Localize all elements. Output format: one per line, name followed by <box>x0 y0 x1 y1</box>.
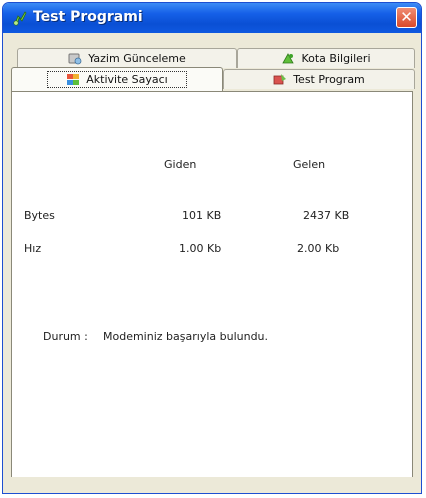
bytes-out-value: 101 KB <box>182 209 222 222</box>
row-label-bytes: Bytes <box>24 209 55 222</box>
row-label-hiz: Hız <box>24 242 42 255</box>
update-icon <box>68 53 82 65</box>
tab-kota-bilgileri[interactable]: Kota Bilgileri <box>237 48 415 68</box>
tab-strip: Yazim Günceleme Kota Bilgileri Aktivite … <box>11 46 415 92</box>
quota-icon <box>282 53 295 64</box>
speed-out-value: 1.00 Kb <box>179 242 222 255</box>
window-title: Test Programi <box>33 9 143 25</box>
tab-aktivite-sayaci[interactable]: Aktivite Sayacı <box>11 67 223 91</box>
column-header-gelen: Gelen <box>293 158 326 171</box>
activity-icon <box>67 74 80 85</box>
tab-test-program[interactable]: Test Program <box>223 69 415 89</box>
status-message: Modeminiz başarıyla bulundu. <box>103 330 269 343</box>
close-icon: ✕ <box>400 8 413 26</box>
window-bottom-edge <box>3 477 421 493</box>
speed-in-value: 2.00 Kb <box>297 242 340 255</box>
bytes-in-value: 2437 KB <box>303 209 350 222</box>
tab-focus-outline: Aktivite Sayacı <box>47 71 187 88</box>
title-bar[interactable]: Test Programi ✕ <box>3 3 421 33</box>
tab-label: Kota Bilgileri <box>301 52 371 65</box>
tab-label: Yazim Günceleme <box>88 52 186 65</box>
column-header-giden: Giden <box>164 158 197 171</box>
status-label: Durum : <box>43 330 88 343</box>
tab-panel-aktivite-sayaci: Giden Gelen Bytes 101 KB 2437 KB Hız 1.0… <box>11 91 413 479</box>
tab-label: Aktivite Sayacı <box>86 73 168 86</box>
tab-label: Test Program <box>293 73 365 86</box>
close-button[interactable]: ✕ <box>396 7 417 28</box>
test-program-icon <box>273 74 287 85</box>
app-icon <box>13 11 27 26</box>
tab-yazim-guncelleme[interactable]: Yazim Günceleme <box>17 48 237 68</box>
app-window: Test Programi ✕ Yazim Günceleme Kota Bil… <box>2 2 422 494</box>
